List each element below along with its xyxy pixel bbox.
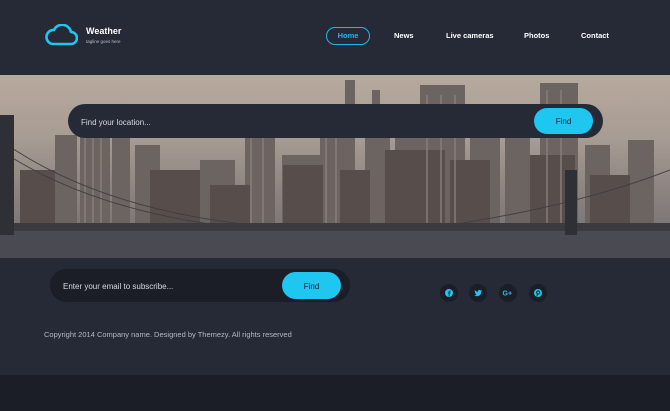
find-location-button[interactable]: Find bbox=[534, 108, 593, 134]
svg-text:G+: G+ bbox=[503, 291, 513, 298]
location-search-input[interactable] bbox=[79, 104, 523, 140]
copyright-text: Copyright 2014 Company name. Designed by… bbox=[44, 330, 292, 339]
subscribe-email-input[interactable] bbox=[61, 269, 275, 304]
nav-item-photos[interactable]: Photos bbox=[524, 27, 549, 45]
cloud-icon bbox=[45, 24, 78, 46]
nav-item-live-cameras[interactable]: Live cameras bbox=[446, 27, 494, 45]
logo[interactable]: Weather tagline goes here bbox=[44, 24, 121, 46]
subscribe-form: Find bbox=[50, 269, 350, 304]
twitter-icon[interactable] bbox=[469, 284, 487, 302]
hero-banner: Find bbox=[0, 75, 670, 258]
city-skyline-image bbox=[0, 80, 670, 258]
brand-tagline: tagline goes here bbox=[86, 38, 121, 44]
page-bottom-band bbox=[0, 375, 670, 411]
pinterest-icon[interactable] bbox=[529, 284, 547, 302]
site-footer: Find G+ Copyright 2014 Company name. Des… bbox=[0, 258, 670, 375]
nav-item-contact[interactable]: Contact bbox=[581, 27, 609, 45]
location-search-bar: Find bbox=[68, 104, 603, 140]
google-plus-icon[interactable]: G+ bbox=[499, 284, 517, 302]
site-header: Weather tagline goes here Home News Live… bbox=[0, 0, 670, 75]
nav-item-home[interactable]: Home bbox=[326, 27, 370, 45]
nav-item-news[interactable]: News bbox=[394, 27, 414, 45]
subscribe-button[interactable]: Find bbox=[282, 272, 341, 299]
facebook-icon[interactable] bbox=[440, 284, 458, 302]
brand-name: Weather bbox=[86, 25, 122, 36]
